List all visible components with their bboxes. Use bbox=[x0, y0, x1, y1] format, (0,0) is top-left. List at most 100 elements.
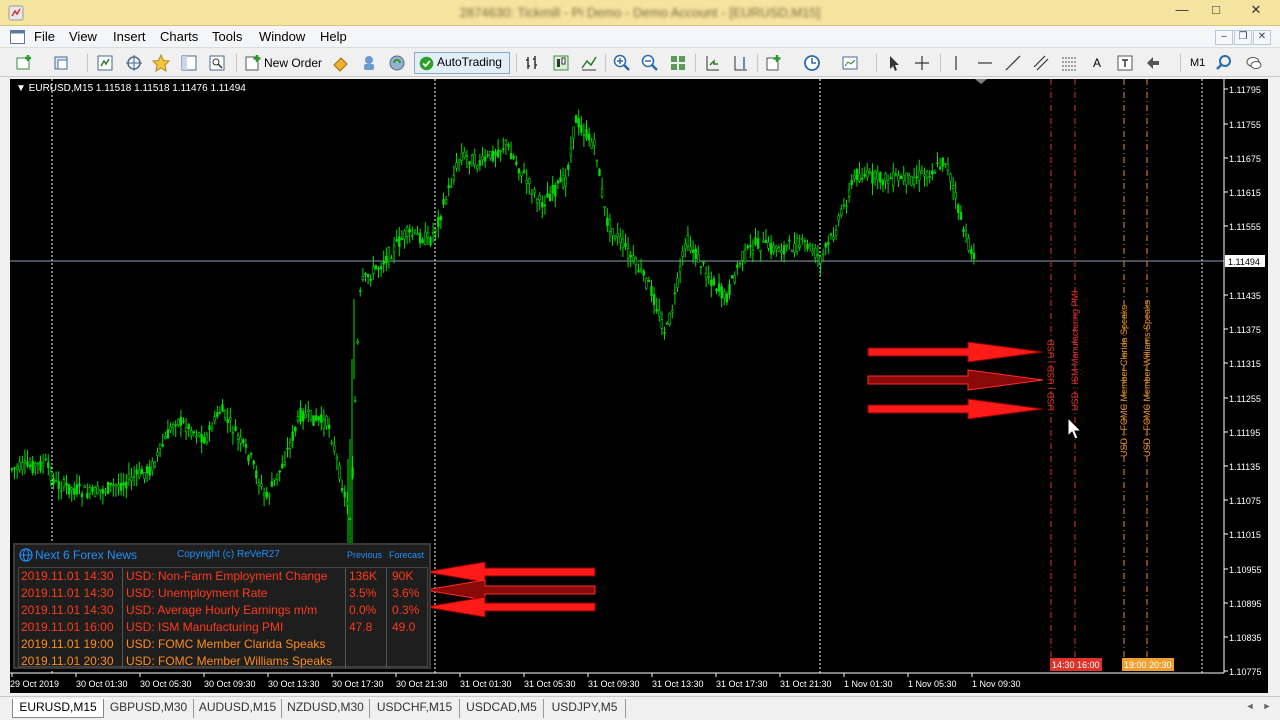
zoom-in-icon[interactable] bbox=[612, 53, 632, 73]
candle-body bbox=[574, 115, 578, 124]
candle-body bbox=[837, 215, 840, 221]
menu-tools[interactable]: Tools bbox=[212, 29, 242, 44]
menu-file[interactable]: File bbox=[34, 29, 55, 44]
signals-icon[interactable] bbox=[387, 53, 407, 73]
tile-windows-icon[interactable] bbox=[668, 53, 688, 73]
candle-body bbox=[821, 252, 825, 255]
crosshair-icon[interactable] bbox=[912, 53, 932, 73]
toolbar: New Order AutoTrading A M1 bbox=[0, 49, 1280, 77]
chart-minimize-button[interactable]: – bbox=[1215, 30, 1233, 45]
new-chart-icon[interactable] bbox=[14, 53, 34, 73]
chart-tab[interactable]: GBPUSD,M30 bbox=[104, 699, 194, 718]
autoscroll-icon[interactable] bbox=[702, 53, 722, 73]
candle-body bbox=[270, 481, 274, 487]
chart-shift-marker bbox=[975, 79, 987, 84]
templates-icon[interactable] bbox=[840, 53, 860, 73]
arrows-icon[interactable] bbox=[1143, 53, 1163, 73]
fibonacci-icon[interactable] bbox=[1059, 53, 1079, 73]
cursor-icon[interactable] bbox=[884, 53, 904, 73]
menu-insert[interactable]: Insert bbox=[113, 29, 146, 44]
candle-body bbox=[782, 245, 786, 255]
candle-body bbox=[424, 231, 427, 245]
new-order-icon[interactable] bbox=[243, 53, 263, 73]
autotrading-button[interactable]: AutoTrading bbox=[414, 52, 510, 74]
chart-tab[interactable]: EURUSD,M15 bbox=[12, 699, 104, 718]
tab-scroll-right-icon[interactable]: ► bbox=[1259, 701, 1275, 715]
menu-help[interactable]: Help bbox=[320, 29, 347, 44]
candle-body bbox=[83, 485, 86, 488]
candle-body bbox=[699, 265, 703, 268]
candle-body bbox=[88, 487, 92, 494]
candle-body bbox=[556, 180, 560, 184]
new-order-button[interactable]: New Order bbox=[264, 53, 322, 73]
candle-body bbox=[944, 163, 947, 165]
experts-icon[interactable] bbox=[359, 53, 379, 73]
chart-restore-button[interactable]: ❐ bbox=[1234, 30, 1252, 45]
news-title: Next 6 Forex News bbox=[35, 548, 138, 562]
chart-window-icon[interactable] bbox=[10, 30, 25, 44]
candle-body bbox=[366, 274, 370, 278]
market-watch-icon[interactable] bbox=[95, 53, 115, 73]
candle-body bbox=[957, 204, 960, 214]
chart-tab[interactable]: USDJPY,M5 bbox=[544, 699, 626, 718]
chat-icon[interactable] bbox=[1244, 53, 1264, 73]
forecast-header: Forecast bbox=[389, 550, 425, 560]
search-icon[interactable] bbox=[1214, 53, 1234, 73]
candle-body bbox=[374, 265, 378, 270]
timeframe-m1-button[interactable]: M1 bbox=[1190, 53, 1205, 73]
navigator-icon[interactable] bbox=[151, 53, 171, 73]
candle-body bbox=[769, 243, 773, 255]
candle-body bbox=[234, 426, 237, 431]
candle-body bbox=[637, 270, 640, 273]
candle-body bbox=[262, 492, 266, 497]
text-tool-button[interactable]: A bbox=[1093, 53, 1105, 73]
candle-body bbox=[431, 231, 435, 234]
candle-body bbox=[444, 199, 448, 204]
close-button[interactable]: ✕ bbox=[1236, 0, 1276, 22]
terminal-icon[interactable] bbox=[179, 53, 199, 73]
zoom-out-icon[interactable] bbox=[640, 53, 660, 73]
strategy-tester-icon[interactable] bbox=[207, 53, 227, 73]
chart-tab[interactable]: AUDUSD,M15 bbox=[194, 699, 282, 718]
candlestick-icon[interactable] bbox=[551, 53, 571, 73]
candle-body bbox=[884, 173, 887, 182]
candle-body bbox=[244, 444, 248, 448]
candle-body bbox=[15, 466, 19, 470]
chart-close-button[interactable]: ✕ bbox=[1253, 30, 1271, 45]
candle-body bbox=[621, 238, 625, 249]
trendline-icon[interactable] bbox=[1003, 53, 1023, 73]
candle-body bbox=[902, 174, 905, 182]
chart-tab[interactable]: NZDUSD,M30 bbox=[282, 699, 370, 718]
candle-body bbox=[39, 460, 42, 471]
candle-body bbox=[504, 139, 508, 145]
chart-tab[interactable]: USDCAD,M5 bbox=[460, 699, 544, 718]
maximize-button[interactable]: □ bbox=[1199, 0, 1233, 22]
chart-shift-icon[interactable] bbox=[730, 53, 750, 73]
bar-chart-icon[interactable] bbox=[523, 53, 543, 73]
candle-body bbox=[512, 156, 515, 159]
candle-body bbox=[853, 174, 856, 180]
chart-tab[interactable]: USDCHF,M15 bbox=[370, 699, 460, 718]
candle-body bbox=[517, 168, 521, 174]
candle-body bbox=[582, 134, 586, 136]
profiles-icon[interactable] bbox=[52, 53, 72, 73]
menu-window[interactable]: Window bbox=[259, 29, 305, 44]
candle-body bbox=[236, 435, 240, 440]
text-label-icon[interactable] bbox=[1115, 53, 1135, 73]
candle-body bbox=[286, 447, 289, 450]
equidistant-channel-icon[interactable] bbox=[1031, 53, 1051, 73]
candle-body bbox=[938, 166, 942, 170]
minimize-button[interactable]: — bbox=[1165, 0, 1199, 22]
menu-charts[interactable]: Charts bbox=[160, 29, 198, 44]
tab-scroll-left-icon[interactable]: ◄ bbox=[1242, 701, 1258, 715]
data-window-icon[interactable] bbox=[124, 53, 144, 73]
menu-view[interactable]: View bbox=[69, 29, 97, 44]
vertical-line-icon[interactable] bbox=[946, 53, 966, 73]
candle-body bbox=[49, 471, 53, 481]
horizontal-line-icon[interactable] bbox=[975, 53, 995, 73]
news-event: USD: Non-Farm Employment Change bbox=[126, 569, 328, 583]
metaeditor-icon[interactable] bbox=[331, 53, 351, 73]
indicators-icon[interactable] bbox=[764, 53, 784, 73]
line-chart-icon[interactable] bbox=[579, 53, 599, 73]
periods-icon[interactable] bbox=[802, 53, 822, 73]
